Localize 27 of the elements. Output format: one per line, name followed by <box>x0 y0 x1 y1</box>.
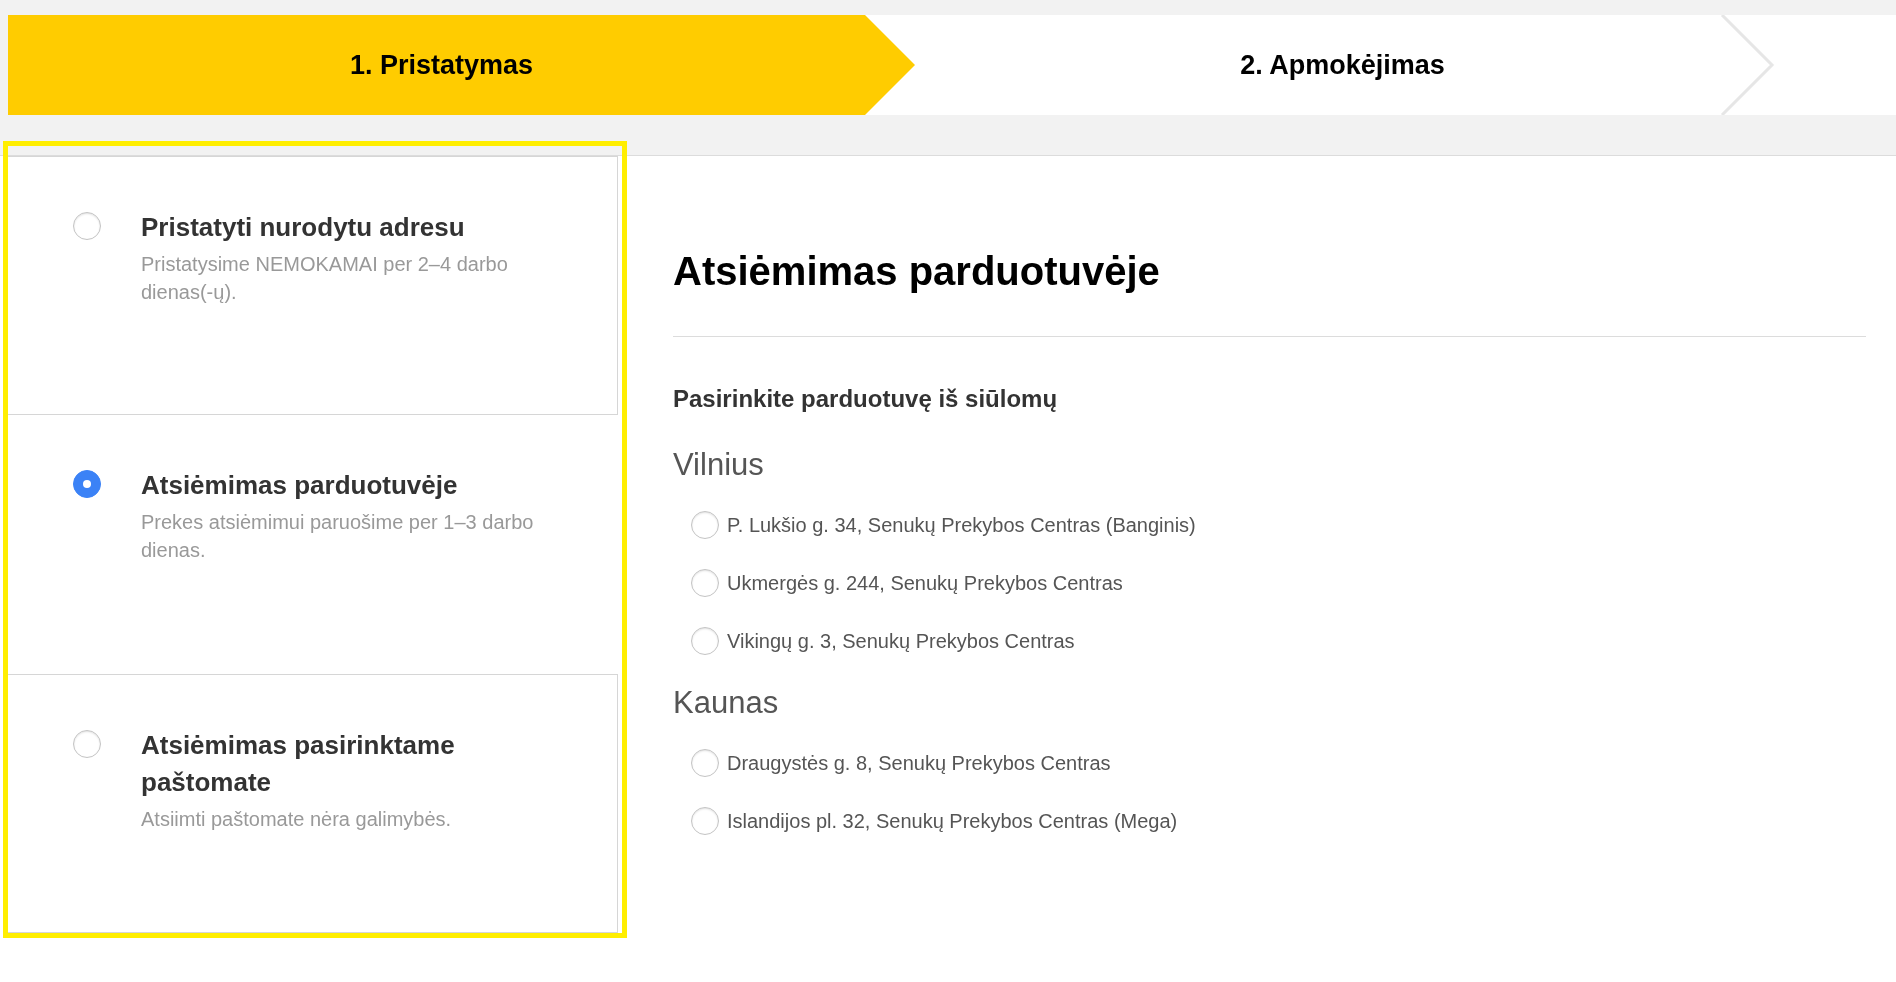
radio-button[interactable] <box>73 730 101 758</box>
delivery-option-card[interactable]: Atsiėmimas pasirinktame paštomate Atsiimti paštomate nėra galimybės. <box>8 674 618 933</box>
radio-button[interactable] <box>691 627 719 655</box>
store-prompt: Pasirinkite parduotuvę iš siūlomų <box>673 384 1059 414</box>
store-option[interactable]: Ukmergės g. 244, Senukų Prekybos Centras <box>727 569 1123 597</box>
city-heading: Kaunas <box>673 684 780 722</box>
delivery-option-card[interactable]: Pristatyti nurodytu adresu Pristatysime NEMOKAMAI per 2–4 darbo dienas(-ų). <box>8 156 618 415</box>
radio-selected[interactable] <box>73 470 101 498</box>
store-option[interactable]: P. Lukšio g. 34, Senukų Prekybos Centras (Banginis) <box>727 511 1196 539</box>
option-title: Atsiėmimas pasirinktame paštomate <box>141 729 456 799</box>
store-option[interactable]: Islandijos pl. 32, Senukų Prekybos Centras (Mega) <box>727 807 1178 835</box>
option-description: Prekes atsiėmimui paruošime per 1–3 darbo dienas. <box>141 510 535 563</box>
section-heading: Atsiėmimas parduotuvėje <box>673 248 1161 295</box>
radio-button[interactable] <box>73 212 101 240</box>
option-description: Atsiimti paštomate nėra galimybės. <box>141 807 453 832</box>
option-title: Pristatyti nurodytu adresu <box>141 211 466 244</box>
step-tab[interactable]: 1. Pristatymas <box>8 15 915 115</box>
city-heading: Vilnius <box>673 446 765 484</box>
option-description: Pristatysime NEMOKAMAI per 2–4 darbo dienas(-ų). <box>141 252 509 305</box>
radio-button[interactable] <box>691 569 719 597</box>
chevron-icon <box>1720 15 1775 115</box>
radio-button[interactable] <box>691 807 719 835</box>
store-option[interactable]: Vikingų g. 3, Senukų Prekybos Centras <box>727 627 1075 655</box>
radio-button[interactable] <box>691 749 719 777</box>
option-title: Atsiėmimas parduotuvėje <box>141 469 459 502</box>
radio-button[interactable] <box>691 511 719 539</box>
store-option[interactable]: Draugystės g. 8, Senukų Prekybos Centras <box>727 749 1111 777</box>
